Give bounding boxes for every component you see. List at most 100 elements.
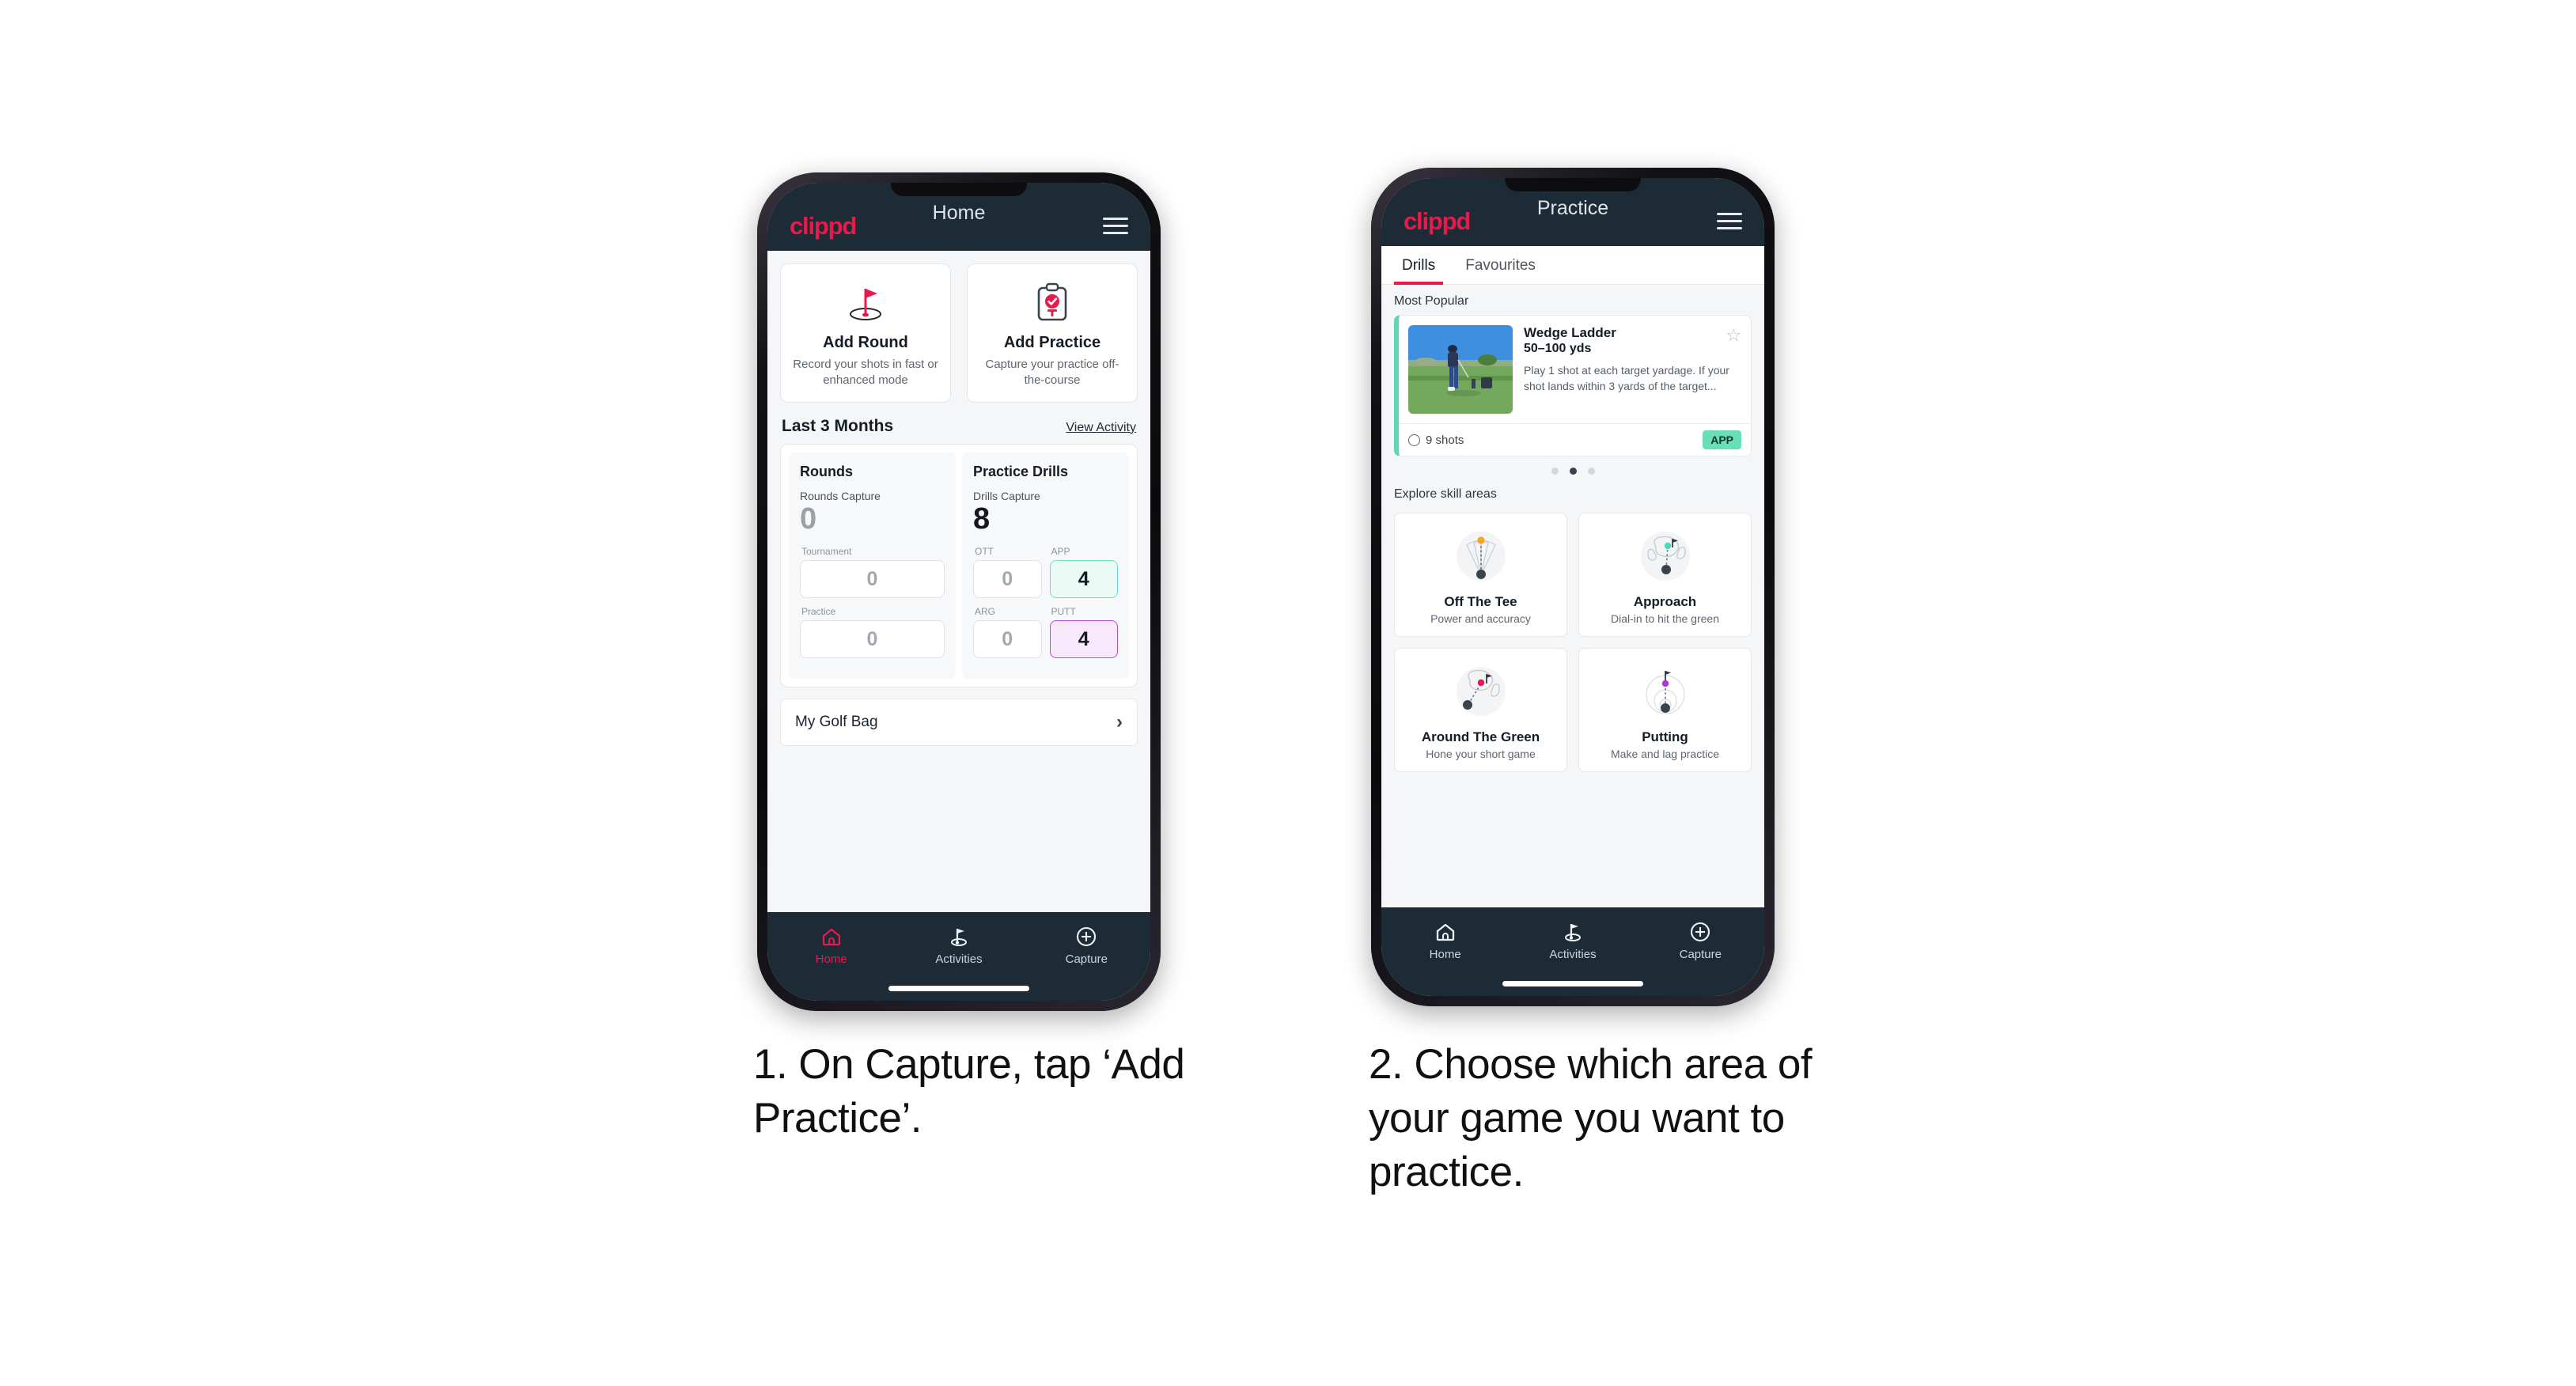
my-golf-bag-label: My Golf Bag: [795, 714, 878, 731]
carousel-dot[interactable]: [1587, 468, 1595, 475]
phone1-bottom-nav: Home Activities Capture: [767, 912, 1150, 1001]
shots-ring-icon: [1408, 434, 1420, 446]
nav-activities-label: Activities: [935, 952, 983, 966]
explore-skill-areas-label: Explore skill areas: [1394, 487, 1497, 501]
home-indicator: [888, 986, 1029, 991]
practice-field: Practice 0: [800, 606, 945, 659]
phone-mockup-practice: clippd Practice Drills Favourites Most P…: [1371, 168, 1775, 1006]
section-title: Last 3 Months: [782, 416, 894, 435]
nav-activities[interactable]: Activities: [895, 923, 1022, 966]
tournament-field: Tournament 0: [800, 546, 945, 599]
rounds-capture-label: Rounds Capture: [800, 489, 881, 502]
status-badge: APP: [1703, 430, 1741, 449]
approach-green-icon: [1585, 523, 1744, 589]
add-practice-card[interactable]: Add Practice Capture your practice off-t…: [967, 263, 1138, 403]
golf-flag-hole-icon: [789, 277, 942, 329]
skill-card-putting[interactable]: Putting Make and lag practice: [1578, 648, 1752, 772]
skill-title: Approach: [1633, 594, 1697, 609]
drill-card-footer: 9 shots APP: [1399, 423, 1751, 456]
app-label: APP: [1051, 546, 1070, 558]
putt-field: PUTT 4: [1049, 606, 1118, 659]
add-practice-subtitle: Capture your practice off-the-course: [985, 358, 1119, 388]
nav-capture[interactable]: Capture: [1023, 923, 1150, 966]
nav-home[interactable]: Home: [1381, 918, 1509, 961]
phone-mockup-home: clippd Home Add Round Record your shots …: [757, 172, 1161, 1011]
tournament-label: Tournament: [801, 546, 852, 558]
nav-home-label: Home: [815, 952, 847, 966]
drill-title: Wedge Ladder: [1524, 325, 1616, 340]
carousel-dots[interactable]: [1381, 456, 1764, 478]
phone2-notch: [1505, 178, 1641, 191]
next-card-peek: [1751, 316, 1752, 456]
tournament-value[interactable]: 0: [800, 560, 945, 599]
caption-step-one: 1. On Capture, tap ‘Add Practice’.: [753, 1041, 1185, 1142]
home-icon: [1381, 918, 1509, 945]
drill-yardage: 50–100 yds: [1524, 342, 1592, 355]
tab-favourites[interactable]: Favourites: [1457, 246, 1544, 284]
golf-flag-icon: [1509, 918, 1636, 945]
home-indicator: [1502, 981, 1643, 986]
skill-title: Off The Tee: [1444, 594, 1517, 609]
skill-subtitle: Hone your short game: [1426, 748, 1536, 760]
nav-capture[interactable]: Capture: [1637, 918, 1764, 961]
last-3-months-row: Last 3 Months View Activity: [767, 403, 1150, 444]
ott-label: OTT: [975, 546, 994, 558]
app-value[interactable]: 4: [1049, 560, 1118, 599]
skill-subtitle: Make and lag practice: [1611, 748, 1719, 760]
practice-value[interactable]: 0: [800, 620, 945, 659]
skill-subtitle: Dial-in to hit the green: [1611, 612, 1719, 625]
hamburger-icon[interactable]: [1103, 217, 1128, 234]
arg-label: ARG: [975, 606, 996, 618]
view-activity-link[interactable]: View Activity: [1066, 421, 1136, 435]
most-popular-label: Most Popular: [1394, 294, 1469, 308]
star-outline-icon[interactable]: ☆: [1726, 325, 1741, 346]
ott-value[interactable]: 0: [973, 560, 1042, 599]
arg-value[interactable]: 0: [973, 620, 1042, 659]
drills-capture-label: Drills Capture: [973, 489, 1040, 502]
drill-thumbnail: [1408, 325, 1513, 414]
chevron-right-icon: ›: [1116, 711, 1123, 733]
clippd-logo[interactable]: clippd: [1404, 209, 1471, 233]
skill-card-approach[interactable]: Approach Dial-in to hit the green: [1578, 513, 1752, 637]
putt-value[interactable]: 4: [1049, 620, 1118, 659]
skill-subtitle: Power and accuracy: [1430, 612, 1531, 625]
putt-label: PUTT: [1051, 606, 1076, 618]
add-round-card[interactable]: Add Round Record your shots in fast or e…: [780, 263, 951, 403]
phone1-screen: clippd Home Add Round Record your shots …: [767, 183, 1150, 1001]
nav-capture-label: Capture: [1065, 952, 1108, 966]
poster-canvas: clippd Home Add Round Record your shots …: [0, 0, 2576, 1386]
skill-title: Around The Green: [1421, 729, 1540, 744]
app-field: APP 4: [1049, 546, 1118, 599]
hamburger-icon[interactable]: [1717, 212, 1742, 229]
drill-row-2: ARG 0 PUTT 4: [973, 606, 1118, 659]
nav-capture-label: Capture: [1679, 948, 1722, 961]
add-round-subtitle: Record your shots in fast or enhanced mo…: [793, 358, 938, 388]
rounds-stat-column: Rounds Rounds Capture 0 Tournament 0 Pra…: [789, 452, 956, 680]
shots-label: 9 shots: [1426, 433, 1464, 447]
shots-count: 9 shots: [1408, 434, 1464, 447]
rounds-heading: Rounds: [800, 463, 853, 479]
golf-flag-icon: [895, 923, 1022, 950]
ott-field: OTT 0: [973, 546, 1042, 599]
skill-card-off-the-tee[interactable]: Off The Tee Power and accuracy: [1394, 513, 1567, 637]
nav-activities-label: Activities: [1549, 948, 1597, 961]
quick-actions: Add Round Record your shots in fast or e…: [767, 251, 1150, 403]
clippd-logo[interactable]: clippd: [790, 214, 857, 238]
around-the-green-icon: [1401, 658, 1560, 725]
home-icon: [767, 923, 895, 950]
drill-card-wedge-ladder[interactable]: Wedge Ladder 50–100 yds Play 1 shot at e…: [1394, 315, 1752, 456]
skill-card-around-the-green[interactable]: Around The Green Hone your short game: [1394, 648, 1567, 772]
drill-card-top: Wedge Ladder 50–100 yds Play 1 shot at e…: [1399, 316, 1751, 423]
add-round-title: Add Round: [823, 334, 908, 351]
putting-rings-icon: [1585, 658, 1744, 725]
carousel-dot-active[interactable]: [1569, 468, 1577, 475]
tab-drills[interactable]: Drills: [1394, 246, 1444, 285]
my-golf-bag-row[interactable]: My Golf Bag ›: [780, 699, 1138, 747]
carousel-dot[interactable]: [1551, 468, 1559, 475]
add-practice-title: Add Practice: [1003, 334, 1101, 351]
plus-circle-icon: [1023, 923, 1150, 950]
skill-areas-grid: Off The Tee Power and accuracy Approach …: [1381, 508, 1764, 772]
nav-activities[interactable]: Activities: [1509, 918, 1636, 961]
nav-home[interactable]: Home: [767, 923, 895, 966]
drills-stat-column: Practice Drills Drills Capture 8 OTT 0 A…: [962, 452, 1129, 680]
